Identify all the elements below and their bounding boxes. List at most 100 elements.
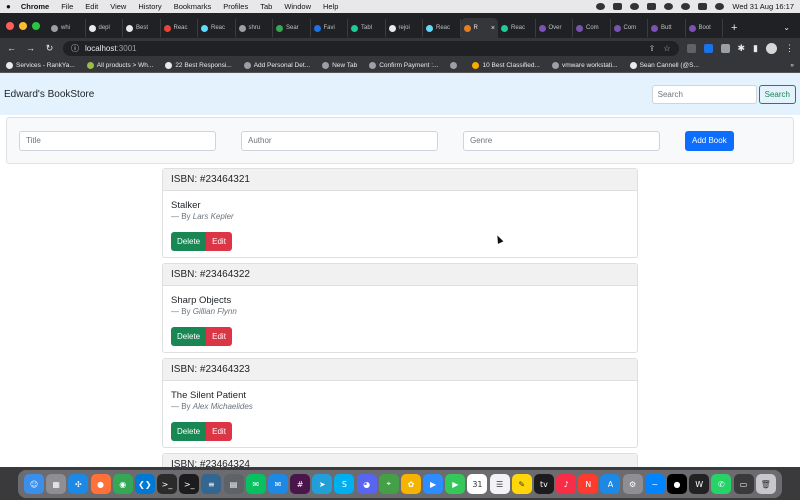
edit-button[interactable]: Edit: [206, 327, 232, 346]
siri-icon[interactable]: [715, 3, 725, 10]
close-window-icon[interactable]: [6, 21, 14, 30]
bookmark-item[interactable]: All products > Wh...: [86, 61, 153, 69]
bookmark-item[interactable]: Add Personal Det...: [243, 61, 310, 69]
delete-button[interactable]: Delete: [171, 422, 207, 441]
extension-icon[interactable]: [686, 43, 696, 53]
menu-view[interactable]: View: [110, 2, 126, 11]
dock-system-settings-icon[interactable]: ⚙: [622, 474, 643, 494]
search-input[interactable]: [651, 84, 757, 104]
dock-chrome-icon[interactable]: ◉: [112, 474, 133, 494]
author-input[interactable]: [241, 130, 438, 151]
bookmark-item[interactable]: 10 Best Classified...: [472, 61, 540, 69]
dock-slack-icon[interactable]: #: [290, 474, 311, 494]
spotlight-icon[interactable]: [681, 3, 691, 10]
dock-wechat-icon[interactable]: ✉: [245, 474, 266, 494]
dock-app-store-icon[interactable]: A: [600, 474, 621, 494]
dock-discord-icon[interactable]: ◕: [356, 474, 377, 494]
browser-tab[interactable]: Com: [611, 19, 648, 37]
dock-tv-icon[interactable]: tv: [533, 474, 554, 494]
apple-icon[interactable]: ●: [6, 2, 11, 11]
dock-telegram-icon[interactable]: ➤: [312, 474, 333, 494]
search-button[interactable]: Search: [758, 84, 796, 104]
dock-facetime-icon[interactable]: ▶: [445, 474, 466, 494]
browser-tab[interactable]: Reac: [161, 19, 198, 37]
dock-app-black-icon[interactable]: ●: [666, 474, 687, 494]
dock-reminders-icon[interactable]: ☰: [489, 474, 510, 494]
browser-tab[interactable]: shru: [236, 19, 273, 37]
profile-avatar[interactable]: [766, 42, 777, 54]
dock-database-icon[interactable]: ≡: [201, 474, 222, 494]
dock-finder-icon[interactable]: ☺: [24, 474, 44, 494]
dock-launchpad-icon[interactable]: ▦: [46, 474, 67, 494]
bookmark-item[interactable]: vmware workstati...: [551, 61, 618, 69]
dock-firefox-icon[interactable]: ●: [90, 474, 111, 494]
menu-history[interactable]: History: [138, 2, 161, 11]
bookmark-item[interactable]: Services - RankYa...: [6, 61, 75, 69]
delete-button[interactable]: Delete: [171, 232, 207, 251]
fullscreen-window-icon[interactable]: [32, 21, 40, 30]
menu-edit[interactable]: Edit: [85, 2, 98, 11]
dock-files-icon[interactable]: ▤: [223, 474, 244, 494]
menu-window[interactable]: Window: [284, 2, 311, 11]
delete-button[interactable]: Delete: [171, 327, 207, 346]
dock-mail-icon[interactable]: ✉: [267, 474, 288, 494]
chrome-menu-icon[interactable]: ⋮: [785, 43, 794, 54]
dock-maps-icon[interactable]: ⌖: [378, 474, 399, 494]
menu-app-name[interactable]: Chrome: [21, 2, 49, 11]
browser-tab[interactable]: rejoi: [386, 19, 423, 37]
battery-icon[interactable]: [647, 3, 657, 10]
control-center-icon[interactable]: [698, 3, 708, 10]
browser-tab[interactable]: Butt: [648, 19, 686, 37]
browser-tab[interactable]: Over: [536, 19, 573, 37]
extension-blue-icon[interactable]: [703, 43, 713, 53]
menu-tab[interactable]: Tab: [260, 2, 272, 11]
dock-vscode-icon[interactable]: ❮❯: [134, 474, 155, 494]
tab-search-icon[interactable]: ⌄: [783, 23, 790, 32]
status-game-icon[interactable]: [613, 3, 623, 10]
browser-tab[interactable]: Favi: [311, 19, 348, 37]
browser-tab[interactable]: Boot: [686, 19, 723, 37]
bookmark-item[interactable]: Sean Cannell (@S...: [629, 61, 699, 69]
menu-file[interactable]: File: [61, 2, 73, 11]
dock-safari-icon[interactable]: ✣: [68, 474, 89, 494]
minimize-window-icon[interactable]: [19, 21, 27, 30]
dock-zoom-icon[interactable]: ▶: [423, 474, 444, 494]
menu-clock[interactable]: Wed 31 Aug 16:17: [732, 2, 794, 11]
dock-whatsapp-icon[interactable]: ✆: [711, 474, 732, 494]
extension-grey-icon[interactable]: [720, 43, 730, 53]
bookmark-item[interactable]: New Tab: [322, 61, 357, 69]
dock-calendar-icon[interactable]: 31: [467, 474, 488, 494]
back-icon[interactable]: ←: [6, 43, 17, 53]
bookmarks-overflow-icon[interactable]: »: [790, 62, 794, 69]
reload-icon[interactable]: ↻: [44, 43, 55, 54]
browser-tab[interactable]: Reac: [198, 19, 236, 37]
browser-tab[interactable]: Com: [573, 19, 611, 37]
genre-input[interactable]: [463, 130, 660, 151]
bookmark-item[interactable]: Confirm Payment :...: [369, 61, 438, 69]
dock-terminal-2-icon[interactable]: >_: [179, 474, 200, 494]
bookmark-star-icon[interactable]: ☆: [663, 44, 670, 53]
side-panel-icon[interactable]: ▮: [753, 43, 758, 54]
dock-terminal-icon[interactable]: >_: [157, 474, 178, 494]
dock-notes-icon[interactable]: ✎: [511, 474, 532, 494]
add-book-button[interactable]: Add Book: [685, 130, 734, 151]
share-icon[interactable]: ⇪: [649, 44, 656, 53]
browser-tab[interactable]: depl: [86, 19, 123, 37]
dock-news-icon[interactable]: N: [578, 474, 599, 494]
extensions-puzzle-icon[interactable]: ✱: [738, 43, 746, 54]
browser-tab[interactable]: Tabl: [348, 19, 386, 37]
navbar-brand[interactable]: Edward's BookStore: [4, 89, 94, 100]
dock-trash-icon[interactable]: 🗑: [755, 474, 776, 494]
dock-music-icon[interactable]: ♪: [556, 474, 577, 494]
bookmark-item[interactable]: [450, 61, 460, 69]
tab-active[interactable]: R ×: [460, 18, 498, 38]
dock-messenger-icon[interactable]: ~: [644, 474, 665, 494]
new-tab-icon[interactable]: +: [731, 22, 737, 34]
menu-bookmarks[interactable]: Bookmarks: [174, 2, 212, 11]
wifi-icon[interactable]: [664, 3, 674, 10]
menu-profiles[interactable]: Profiles: [223, 2, 248, 11]
status-app-icon[interactable]: [596, 3, 606, 10]
dock-photos-icon[interactable]: ✿: [400, 474, 421, 494]
title-input[interactable]: [19, 130, 216, 151]
address-bar[interactable]: ⓘ localhost:3001 ⇪ ☆: [63, 40, 679, 56]
